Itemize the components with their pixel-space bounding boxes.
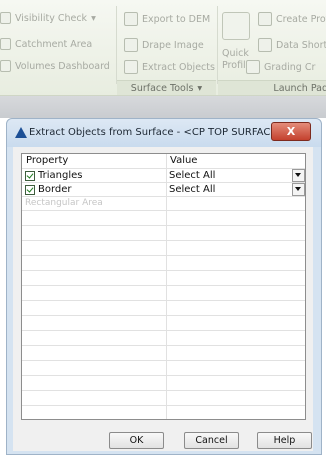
grading-creation-button[interactable]: Grading Cr <box>246 60 315 74</box>
row-divider <box>22 240 305 241</box>
ribbon: Visibility Check ▾ Catchment Area Volume… <box>0 0 326 96</box>
launch-pad-panel-label[interactable]: Launch Pad <box>218 80 326 95</box>
create-profile-icon <box>258 12 272 26</box>
row-divider <box>22 345 305 346</box>
row-divider <box>22 330 305 331</box>
dropdown-arrow-icon[interactable] <box>292 169 305 182</box>
surface-tools-panel-label[interactable]: Surface Tools ▾ <box>117 80 216 95</box>
volumes-icon <box>0 60 11 72</box>
ribbon-separator <box>116 6 117 84</box>
property-column-header[interactable]: Property <box>26 154 69 168</box>
export-icon <box>124 12 138 26</box>
border-value[interactable]: Select All <box>169 183 215 196</box>
row-divider <box>22 300 305 301</box>
row-divider <box>22 360 305 361</box>
create-profile-button[interactable]: Create Prof <box>258 12 326 26</box>
extract-objects-dialog: Extract Objects from Surface - <CP TOP S… <box>6 118 322 455</box>
row-divider <box>22 196 305 197</box>
extract-objects-icon <box>124 60 138 74</box>
drape-image-icon <box>124 38 138 52</box>
data-shortcuts-button[interactable]: Data Shorte <box>258 38 326 52</box>
catchment-area-button[interactable]: Catchment Area <box>0 38 92 50</box>
row-divider <box>22 225 305 226</box>
drape-image-button[interactable]: Drape Image <box>124 38 204 52</box>
help-button[interactable]: Help <box>257 432 312 449</box>
dropdown-arrow-icon[interactable] <box>292 183 305 196</box>
border-row-label[interactable]: Border <box>25 183 72 196</box>
export-to-dem-button[interactable]: Export to DEM <box>124 12 210 26</box>
triangles-value[interactable]: Select All <box>169 169 215 182</box>
quick-profile-label-1[interactable]: Quick <box>222 48 249 59</box>
value-column-header[interactable]: Value <box>170 154 198 168</box>
panel-dropdown-icon: ▾ <box>197 83 203 94</box>
row-divider <box>22 270 305 271</box>
row-divider <box>22 210 305 211</box>
extract-objects-button[interactable]: Extract Objects <box>124 60 215 74</box>
triangles-checkbox[interactable] <box>25 170 35 181</box>
quick-profile-icon[interactable] <box>222 12 250 40</box>
civil3d-app-icon <box>15 127 27 138</box>
dialog-title: Extract Objects from Surface - <CP TOP S… <box>29 127 286 138</box>
property-grid: Property Value Triangles Select All Bord… <box>21 153 306 420</box>
ribbon-separator <box>217 6 218 84</box>
row-divider <box>22 315 305 316</box>
border-checkbox[interactable] <box>25 184 35 195</box>
drawing-area-strip <box>0 96 326 118</box>
visibility-check-icon <box>0 12 11 24</box>
volumes-dashboard-button[interactable]: Volumes Dashboard <box>0 60 110 72</box>
data-shortcuts-icon <box>258 38 272 52</box>
dropdown-arrow-icon: ▾ <box>91 12 96 24</box>
visibility-check-button[interactable]: Visibility Check ▾ <box>0 12 96 24</box>
grading-icon <box>246 60 260 74</box>
dialog-titlebar[interactable]: Extract Objects from Surface - <CP TOP S… <box>7 119 321 147</box>
ok-button[interactable]: OK <box>109 432 164 449</box>
close-button[interactable]: X <box>271 122 311 141</box>
row-divider <box>22 375 305 376</box>
row-divider <box>22 255 305 256</box>
cancel-button[interactable]: Cancel <box>184 432 239 449</box>
row-divider <box>22 405 305 406</box>
triangles-row-label[interactable]: Triangles <box>25 169 82 182</box>
row-divider <box>22 285 305 286</box>
row-divider <box>22 390 305 391</box>
faint-row-text: Rectangular Area <box>25 198 103 208</box>
catchment-icon <box>0 38 11 50</box>
column-divider <box>166 154 167 419</box>
